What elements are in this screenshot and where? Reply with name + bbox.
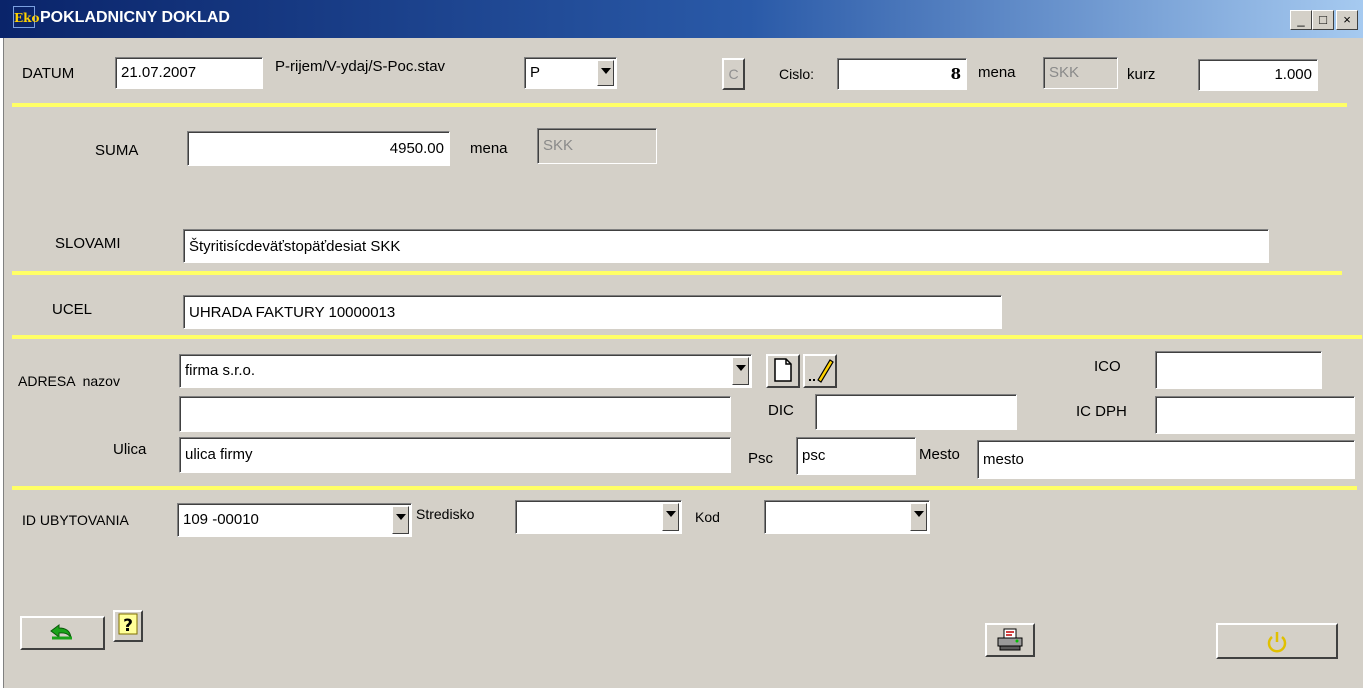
help-icon: ?	[118, 613, 138, 636]
help-button[interactable]: ?	[113, 610, 143, 642]
datum-field[interactable]: 21.07.2007	[115, 57, 263, 89]
close-button[interactable]: ×	[1336, 10, 1358, 30]
suma-mena-field: SKK	[537, 128, 657, 164]
type-value: P	[530, 64, 541, 81]
exit-button[interactable]	[1216, 623, 1338, 659]
mena-label: mena	[978, 64, 1016, 81]
mena-field: SKK	[1043, 57, 1118, 89]
minimize-icon: _	[1297, 12, 1305, 27]
kod-select[interactable]	[764, 500, 930, 534]
maximize-button[interactable]: □	[1312, 10, 1334, 30]
separator	[12, 271, 1342, 275]
icdph-field[interactable]	[1155, 396, 1355, 434]
ulica-label: Ulica	[113, 441, 147, 458]
adresa-nazov-select[interactable]: firma s.r.o.	[179, 354, 752, 388]
stredisko-label: Stredisko	[416, 506, 475, 522]
print-button[interactable]	[985, 623, 1035, 657]
print-icon	[997, 628, 1023, 651]
separator	[12, 486, 1357, 490]
maximize-icon: □	[1319, 12, 1327, 27]
mesto-label: Mesto	[919, 446, 960, 463]
cislo-label: Cislo:	[779, 66, 815, 82]
chevron-down-icon[interactable]	[662, 503, 679, 531]
edit-address-button[interactable]	[803, 354, 837, 388]
ico-label: ICO	[1094, 358, 1121, 375]
id-ubytovania-label: ID UBYTOVANIA	[22, 512, 129, 528]
icdph-label: IC DPH	[1076, 403, 1127, 420]
ucel-label: UCEL	[52, 301, 93, 318]
ucel-field[interactable]: UHRADA FAKTURY 10000013	[183, 295, 1002, 329]
chevron-down-icon[interactable]	[910, 503, 927, 531]
mesto-field[interactable]: mesto	[977, 440, 1355, 479]
edit-icon	[809, 359, 834, 383]
separator	[12, 103, 1347, 107]
ulica-field[interactable]: ulica firmy	[179, 437, 731, 473]
minimize-button[interactable]: _	[1290, 10, 1312, 30]
psc-field[interactable]: psc	[796, 437, 916, 475]
window-frame	[0, 38, 4, 688]
type-label: P-rijem/V-ydaj/S-Poc.stav	[275, 58, 446, 75]
close-icon: ×	[1343, 12, 1351, 27]
dic-label: DIC	[768, 402, 794, 419]
separator	[12, 335, 1362, 339]
undo-icon	[49, 624, 72, 640]
psc-label: Psc	[748, 450, 774, 467]
kurz-field[interactable]: 1.000	[1198, 59, 1318, 91]
type-select[interactable]: P	[524, 57, 617, 89]
slovami-label: SLOVAMI	[55, 235, 121, 252]
app-icon: Eko	[13, 6, 39, 28]
stredisko-select[interactable]	[515, 500, 682, 534]
id-ubytovania-value: 109 -00010	[183, 511, 259, 528]
adresa-nazov-label: ADRESA nazov	[18, 373, 120, 389]
kurz-label: kurz	[1127, 66, 1156, 83]
new-address-button[interactable]	[766, 354, 800, 388]
dic-field[interactable]	[815, 394, 1017, 430]
kod-label: Kod	[695, 509, 720, 525]
undo-button[interactable]	[20, 616, 105, 650]
adresa-nazov2-field[interactable]	[179, 396, 731, 432]
adresa-nazov-value: firma s.r.o.	[185, 362, 256, 379]
slovami-field[interactable]: Štyritisícdeväťstopäťdesiat SKK	[183, 229, 1269, 263]
svg-text:?: ?	[123, 616, 133, 636]
suma-mena-label: mena	[470, 140, 508, 157]
chevron-down-icon[interactable]	[597, 60, 614, 86]
new-document-icon	[774, 358, 792, 382]
cislo-field[interactable]: 8	[837, 58, 967, 90]
suma-label: SUMA	[95, 142, 139, 159]
ico-field[interactable]	[1155, 351, 1322, 389]
chevron-down-icon[interactable]	[392, 506, 409, 534]
suma-field[interactable]: 4950.00	[187, 131, 450, 166]
datum-label: DATUM	[22, 65, 75, 82]
window-title: POKLADNICNY DOKLAD	[40, 9, 230, 26]
c-button[interactable]: C	[722, 58, 745, 90]
power-icon	[1267, 632, 1287, 653]
id-ubytovania-select[interactable]: 109 -00010	[177, 503, 412, 537]
chevron-down-icon[interactable]	[732, 357, 749, 385]
